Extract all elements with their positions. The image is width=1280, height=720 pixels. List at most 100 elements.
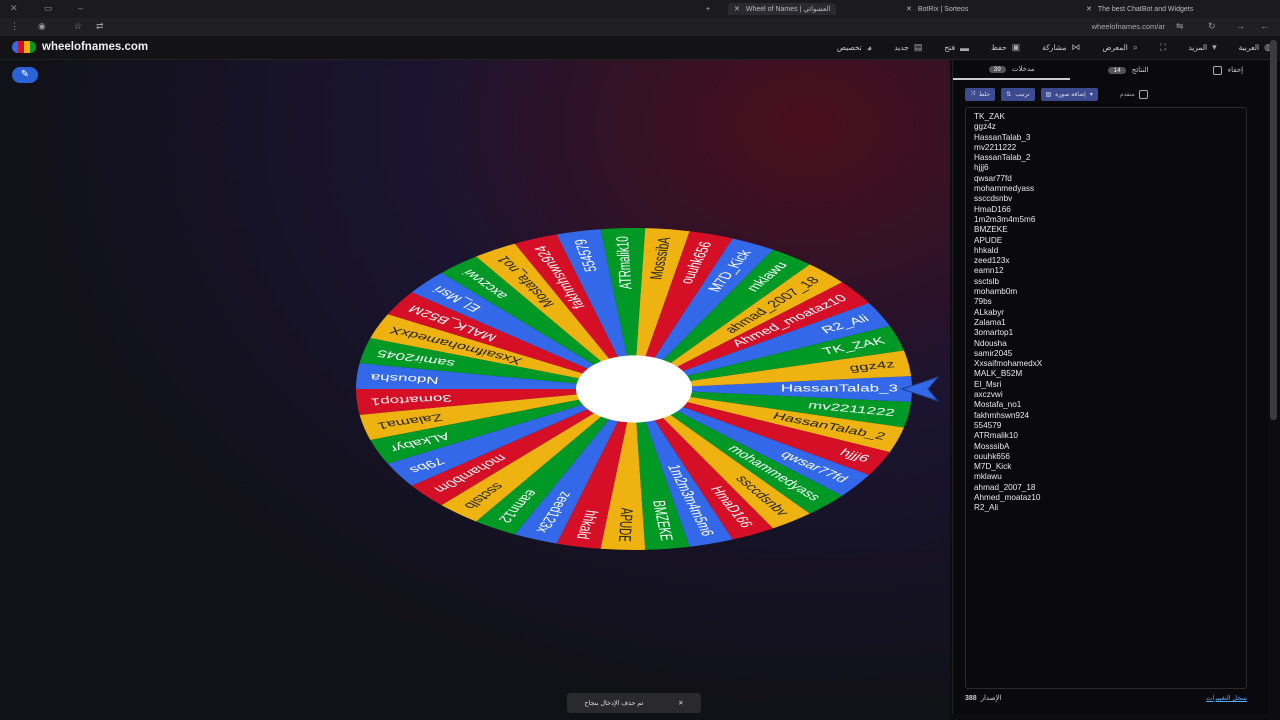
entry-line: HassanTalab_2 xyxy=(974,153,1031,163)
back-icon[interactable]: ← xyxy=(1260,21,1269,31)
edit-pencil-button[interactable]: ✎ xyxy=(12,67,38,83)
entry-line: BMZEKE xyxy=(974,225,1008,235)
palette-icon: ◕ xyxy=(866,42,873,53)
top-menu: تخصيص ◕ جديد ▤ فتح ▬ حفظ ▣ مشاركة ⋈ المعرض ⌕ ⛶… xyxy=(837,42,1272,53)
save-icon: ▣ xyxy=(1011,42,1021,52)
entry-line: XxsaifmohamedxX xyxy=(974,359,1043,369)
panel-footer: 388 الإصدار سجل التغييرات xyxy=(965,694,1247,702)
entry-line: zeed123x xyxy=(974,256,1010,266)
wheel-pointer-icon xyxy=(900,376,940,402)
site-settings-icon[interactable]: ⇋ xyxy=(1176,21,1184,32)
forward-icon[interactable]: → xyxy=(1236,21,1245,31)
menu-save[interactable]: حفظ ▣ xyxy=(991,42,1020,53)
entry-line: ssctslb xyxy=(974,276,1000,286)
entry-line: R2_Ali xyxy=(974,503,999,513)
entry-line: mohamb0m xyxy=(974,287,1018,297)
menu-fullscreen[interactable]: ⛶ xyxy=(1160,42,1166,53)
menu-gallery[interactable]: المعرض ⌕ xyxy=(1102,42,1138,53)
entries-textarea[interactable]: TK_ZAK ggz4z HassanTalab_3 mv2211222 HassanT… xyxy=(965,107,1247,689)
notification-toast: تم حذف الإدخال بنجاح ✕ xyxy=(567,693,701,713)
chevron-down-icon: ▾ xyxy=(1212,42,1217,52)
hide-checkbox[interactable] xyxy=(1212,65,1222,75)
advanced-toggle[interactable]: متقدم xyxy=(1120,90,1148,99)
entry-line: mklawu xyxy=(974,472,1002,482)
menu-new[interactable]: جديد ▤ xyxy=(894,42,922,53)
wheel-svg[interactable]: HassanTalab_3mv2211222HassanTalab_2hjjj6… xyxy=(356,228,912,550)
wheel-label: HassanTalab_3 xyxy=(781,382,898,393)
tab-botrix[interactable]: ✕ BotRix | Sorteos xyxy=(906,3,968,15)
star-icon[interactable]: ☆ xyxy=(74,21,82,32)
sort-icon: ⇅ xyxy=(1006,92,1012,98)
tab-entries[interactable]: 39 مدخلات xyxy=(953,60,1071,80)
tab-chatbot[interactable]: ✕ The best ChatBot and Widgets xyxy=(1086,3,1193,15)
tab-wheel-of-names[interactable]: ✕ Wheel of Names | العشوائي xyxy=(728,3,837,15)
reload-icon[interactable]: ↻ xyxy=(1208,21,1216,32)
folder-icon: ▬ xyxy=(960,42,970,53)
entry-line: MosssibA xyxy=(974,441,1010,451)
entry-line: mohammedyass xyxy=(974,184,1035,194)
entry-line: APUDE xyxy=(974,235,1003,245)
hide-panel-control[interactable]: إخفاء xyxy=(1187,60,1269,80)
sort-button[interactable]: ⇅ ترتيب xyxy=(1001,88,1035,101)
entry-line: mv2211222 xyxy=(974,142,1017,152)
advanced-checkbox[interactable] xyxy=(1138,90,1148,99)
address-bar: ⋮ ◉ ☆ ⇄ wheelofnames.com/ar ⇋ ↻ → ← xyxy=(0,18,1280,36)
results-count-badge: 14 xyxy=(1108,66,1126,74)
entry-line: ssccdsnbv xyxy=(974,194,1013,204)
entry-line: ouuhk656 xyxy=(974,451,1010,461)
menu-dots-icon[interactable]: ⋮ xyxy=(10,21,19,32)
menu-open[interactable]: فتح ▬ xyxy=(944,42,969,53)
page-scrollbar[interactable] xyxy=(1270,40,1277,420)
file-icon: ▤ xyxy=(913,42,923,52)
translate-icon[interactable]: ⇄ xyxy=(96,21,104,32)
site-name: wheelofnames.com xyxy=(42,41,149,53)
menu-more[interactable]: المزيد ▾ xyxy=(1188,42,1216,53)
add-image-button[interactable]: ▨ إضافة صورة ▾ xyxy=(1040,88,1098,101)
entry-line: Zalama1 xyxy=(974,317,1006,327)
entry-line: Mostafa_no1 xyxy=(974,400,1022,410)
close-toast-icon[interactable]: ✕ xyxy=(678,699,683,707)
entry-line: ahmad_2007_18 xyxy=(974,482,1036,492)
version-info: 388 الإصدار xyxy=(965,695,1002,702)
close-window-icon[interactable]: ✕ xyxy=(10,3,18,14)
toast-message: تم حذف الإدخال بنجاح xyxy=(584,700,644,707)
entry-line: ggz4z xyxy=(974,122,996,132)
url-field[interactable]: wheelofnames.com/ar xyxy=(1092,22,1165,31)
restore-window-icon[interactable]: ▭ xyxy=(44,3,53,14)
entry-line: ATRmalik10 xyxy=(974,431,1018,441)
wheel[interactable]: HassanTalab_3 mv2211222 HassanTalab_2 hjjj6… xyxy=(356,228,912,550)
entry-line: El_Msri xyxy=(974,379,1002,389)
changelog-link[interactable]: سجل التغييرات xyxy=(1206,694,1247,702)
new-tab-button[interactable]: + xyxy=(706,3,710,15)
menu-language[interactable]: العربية ◍ xyxy=(1239,42,1272,53)
close-tab-icon[interactable]: ✕ xyxy=(734,5,740,13)
entry-line: 3omartop1 xyxy=(974,328,1014,338)
shuffle-icon: ⤨ xyxy=(970,91,975,97)
tab-results[interactable]: 14 النتائج xyxy=(1070,60,1187,80)
entry-line: TK_ZAK xyxy=(974,112,1005,121)
wheel-center-hub[interactable] xyxy=(576,355,692,423)
entries-panel: 39 مدخلات 14 النتائج إخفاء ⤨ خلط ⇅ ترتيب ▨… xyxy=(952,60,1268,714)
close-tab-icon[interactable]: ✕ xyxy=(1086,5,1092,13)
entry-line: Ndousha xyxy=(974,338,1007,348)
entry-line: eamn12 xyxy=(974,266,1004,276)
site-logo[interactable]: wheelofnames.com xyxy=(12,41,148,53)
eye-icon[interactable]: ◉ xyxy=(38,21,46,32)
entry-line: 554579 xyxy=(974,420,1002,430)
minimize-window-icon[interactable]: – xyxy=(78,3,83,13)
entry-line: Ahmed_moataz10 xyxy=(974,492,1041,502)
app-header: wheelofnames.com تخصيص ◕ جديد ▤ فتح ▬ حفظ ▣ … xyxy=(0,36,1280,60)
shuffle-button[interactable]: ⤨ خلط xyxy=(965,88,996,101)
fullscreen-icon: ⛶ xyxy=(1159,42,1167,52)
search-icon: ⌕ xyxy=(1132,42,1138,52)
close-tab-icon[interactable]: ✕ xyxy=(906,5,912,13)
browser-tab-bar: ✕ ▭ – + ✕ Wheel of Names | العشوائي ✕ Bo… xyxy=(0,0,1280,18)
entry-line: HassanTalab_3 xyxy=(974,132,1031,142)
menu-customize[interactable]: تخصيص ◕ xyxy=(837,42,872,53)
entry-line: hjjj6 xyxy=(974,163,989,173)
menu-share[interactable]: مشاركة ⋈ xyxy=(1042,42,1080,53)
entries-toolbar: ⤨ خلط ⇅ ترتيب ▨ إضافة صورة ▾ متقدم xyxy=(965,88,1148,101)
entry-line: MALK_B52M xyxy=(974,369,1023,379)
wheel-logo-icon xyxy=(12,41,36,53)
panel-tabs: 39 مدخلات 14 النتائج إخفاء xyxy=(953,60,1269,80)
